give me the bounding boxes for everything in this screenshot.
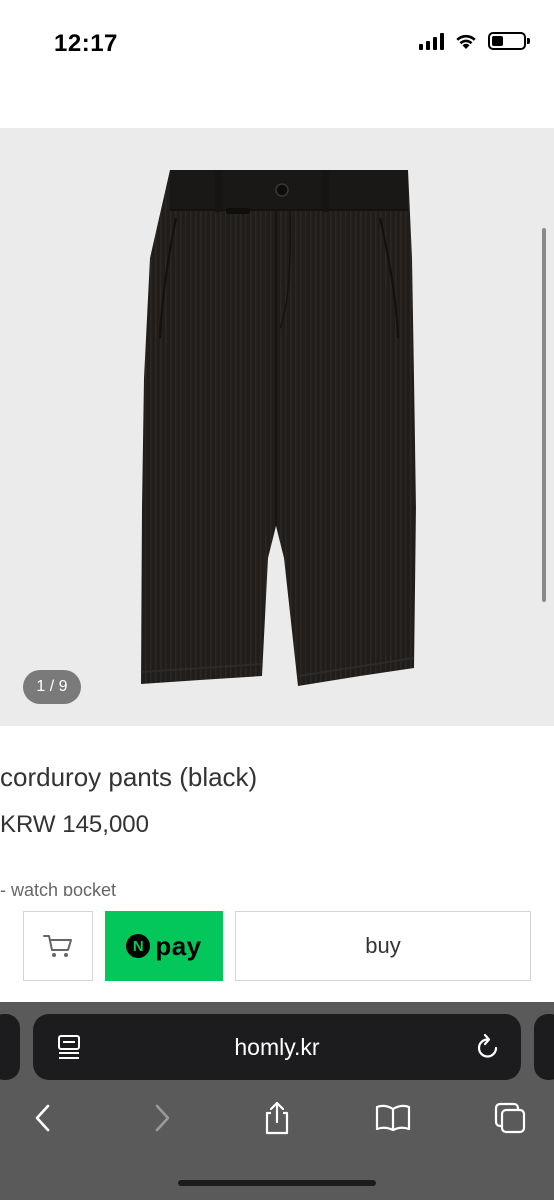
- bookmarks-button[interactable]: [371, 1096, 415, 1140]
- home-indicator: [178, 1180, 376, 1186]
- npay-label: pay: [155, 930, 202, 961]
- product-image: [140, 170, 416, 686]
- battery-fill: [492, 36, 503, 46]
- address-text: homly.kr: [234, 1034, 320, 1060]
- address-bar[interactable]: homly.kr: [33, 1014, 521, 1080]
- bookmarks-icon: [375, 1104, 411, 1132]
- add-to-cart-button[interactable]: [23, 911, 93, 981]
- npay-button[interactable]: N pay: [105, 911, 223, 981]
- forward-icon: [155, 1104, 170, 1132]
- browser-toolbar: homly.kr: [0, 1002, 554, 1200]
- product-price: KRW 145,000: [0, 811, 149, 838]
- previous-tab-preview[interactable]: [0, 1014, 20, 1080]
- status-time: 12:17: [54, 30, 118, 57]
- tabs-icon: [494, 1102, 526, 1134]
- next-tab-preview[interactable]: [534, 1014, 554, 1080]
- share-icon: [265, 1101, 289, 1135]
- image-counter-badge: 1 / 9: [23, 670, 81, 704]
- share-button[interactable]: [255, 1096, 299, 1140]
- purchase-bar: N pay buy: [0, 896, 554, 1002]
- status-icons: [419, 32, 530, 50]
- cellular-signal-icon: [419, 32, 444, 50]
- back-button[interactable]: [21, 1096, 65, 1140]
- buy-button[interactable]: buy: [235, 911, 531, 981]
- status-bar: 12:17: [0, 0, 554, 90]
- scroll-indicator: [542, 228, 546, 602]
- tabs-button[interactable]: [488, 1096, 532, 1140]
- back-icon: [35, 1104, 50, 1132]
- battery-icon: [488, 32, 530, 50]
- reload-icon[interactable]: [475, 1033, 501, 1061]
- cart-icon: [43, 935, 72, 957]
- wifi-icon: [456, 34, 476, 49]
- product-image-gallery[interactable]: 1 / 9: [0, 128, 554, 726]
- forward-button[interactable]: [140, 1096, 184, 1140]
- product-title: corduroy pants (black): [0, 762, 258, 792]
- npay-logo-icon: N: [126, 934, 151, 958]
